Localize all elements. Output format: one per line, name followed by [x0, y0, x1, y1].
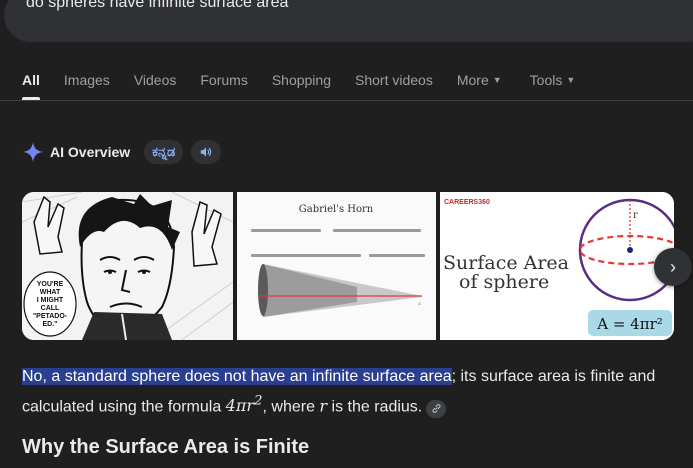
- sphere-radius-label: r: [633, 210, 638, 221]
- manga-illustration: YOU'RE WHAT I MIGHT CALL "PETADO- ED.": [22, 192, 233, 340]
- source-link-button[interactable]: [426, 399, 447, 418]
- language-chip[interactable]: ಕನ್ನಡ: [144, 140, 184, 164]
- speaker-icon: [201, 147, 212, 157]
- ai-overview-label: AI Overview: [50, 144, 131, 160]
- answer-formula-base: 4πr: [225, 396, 255, 416]
- manga-bubble-line-5: "PETADO-: [33, 313, 68, 320]
- tab-more-label: More: [456, 72, 489, 88]
- tab-forums[interactable]: Forums: [200, 70, 247, 88]
- manga-bubble-line-6: ED.": [43, 321, 58, 328]
- tab-all[interactable]: All: [22, 70, 40, 100]
- next-images-button[interactable]: ›: [654, 248, 692, 286]
- search-bar[interactable]: do spheres have infinite surface area: [4, 0, 693, 42]
- horn-illustration: Gabriel's Horn a: [237, 192, 436, 340]
- manga-bubble-line-1: YOU'RE: [37, 281, 64, 288]
- caret-down-icon: ▼: [492, 75, 502, 85]
- tab-shopping[interactable]: Shopping: [272, 70, 331, 88]
- sphere-title-line-2: of sphere: [459, 271, 549, 293]
- sparkle-icon: [22, 141, 44, 163]
- tab-videos[interactable]: Videos: [134, 70, 177, 88]
- chevron-right-icon: ›: [670, 256, 676, 277]
- search-query[interactable]: do spheres have infinite surface area: [26, 0, 288, 12]
- ai-answer-text: No, a standard sphere does not have an i…: [22, 364, 672, 419]
- listen-button[interactable]: [191, 140, 222, 164]
- answer-text-3: is the radius.: [327, 398, 423, 416]
- manga-bubble-line-2: WHAT: [40, 289, 61, 296]
- image-sphere-surface-area[interactable]: CAREERS360 Surface Area of sphere r A = …: [440, 192, 674, 340]
- section-heading: Why the Surface Area is Finite: [22, 436, 310, 458]
- svg-text:a: a: [418, 301, 421, 307]
- manga-bubble-line-3: I MIGHT: [37, 297, 64, 304]
- answer-variable: r: [319, 396, 328, 416]
- tabs-divider: [0, 100, 693, 101]
- answer-text-2: , where: [262, 398, 320, 416]
- horn-title: Gabriel's Horn: [299, 204, 374, 215]
- sphere-formula: A = 4πr²: [596, 315, 663, 333]
- answer-highlight: No, a standard sphere does not have an i…: [22, 368, 452, 385]
- image-gabriels-horn[interactable]: Gabriel's Horn a: [237, 192, 436, 340]
- link-icon: [432, 404, 441, 414]
- tab-short-videos[interactable]: Short videos: [355, 70, 433, 88]
- image-manga[interactable]: YOU'RE WHAT I MIGHT CALL "PETADO- ED.": [22, 192, 233, 340]
- tab-more[interactable]: More ▼: [457, 70, 502, 88]
- caret-down-icon: ▼: [566, 75, 576, 85]
- sphere-illustration: CAREERS360 Surface Area of sphere r A = …: [440, 192, 674, 340]
- search-tabs: All Images Videos Forums Shopping Short …: [22, 70, 599, 100]
- tab-tools-label: Tools: [529, 72, 563, 88]
- answer-formula: 4πr2: [225, 394, 263, 416]
- tab-images[interactable]: Images: [64, 70, 110, 88]
- tab-tools[interactable]: Tools ▼: [530, 70, 576, 88]
- careers360-logo: CAREERS360: [444, 199, 490, 206]
- answer-formula-exponent: 2: [254, 394, 263, 409]
- ai-overview-header: AI Overview ಕನ್ನಡ: [22, 140, 222, 164]
- manga-bubble-line-4: CALL: [41, 305, 60, 312]
